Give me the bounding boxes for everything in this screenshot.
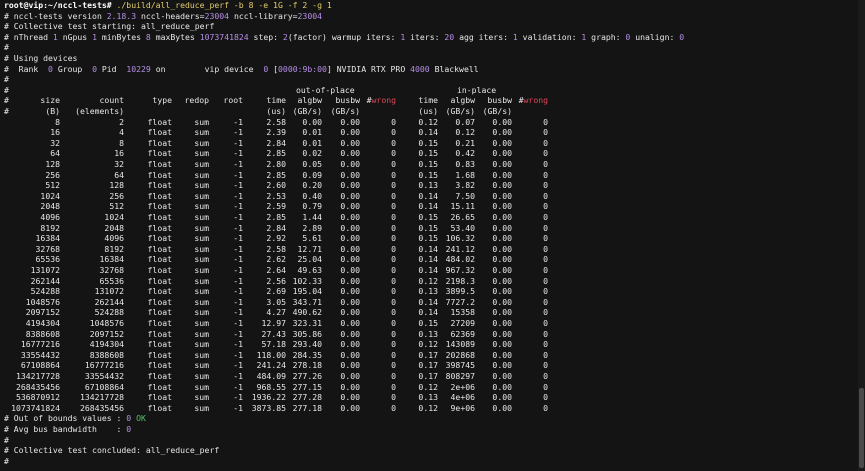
text-segment: 0 (126, 424, 132, 434)
header-line: # Rank 0 Group 0 Pid 10229 on vip device… (4, 64, 479, 75)
text-segment: 0000:9b:00 (278, 63, 327, 74)
text-segment: ] NVIDIA RTX PRO (326, 63, 411, 74)
text-segment: unalign: (630, 31, 680, 42)
text-segment: # nThread (4, 31, 53, 42)
text-segment: # nccl-tests version (4, 10, 107, 21)
table-cell: 0 (543, 127, 548, 138)
table-cell: 0 (543, 318, 548, 328)
text-segment: agg iters: (454, 31, 513, 42)
comment-hash: # (4, 84, 9, 95)
table-cell: 0 (543, 116, 548, 127)
header-line: # nccl-tests version 2.18.3 nccl-headers… (4, 11, 322, 22)
text-segment: # (4, 74, 9, 85)
text-segment: # (4, 434, 9, 445)
text-segment: 0 (679, 31, 685, 42)
footer-line: # Avg bus bandwidth : 0 (4, 424, 131, 435)
table-cell: 0 (543, 371, 548, 381)
text-segment: # Out of bounds values : (4, 413, 127, 424)
text-segment: (factor) warmup iters: (287, 31, 401, 42)
text-segment: # Collective test concluded: all_reduce_… (4, 445, 220, 456)
text-segment: [ (268, 63, 279, 74)
table-cell: 0 (543, 296, 548, 307)
text-segment: iters: (405, 31, 445, 42)
text-segment: # (4, 42, 9, 53)
shell-prompt: root@vip:~/nccl-tests# (4, 0, 112, 10)
text-segment: Blackwell (429, 63, 479, 74)
table-cell: 0 (543, 243, 548, 254)
text-segment: Pid (96, 63, 127, 74)
text-segment: validation: (517, 31, 582, 42)
text-segment: 23004 (204, 10, 230, 21)
text-segment: maxBytes (150, 31, 200, 42)
table-cell: 0 (543, 360, 548, 371)
table-cell: 0 (543, 349, 548, 360)
footer-line: # Out of bounds values : 0 OK (4, 413, 146, 424)
table-cell: 0 (543, 233, 548, 244)
text-segment: 23004 (297, 10, 322, 21)
text-segment: graph: (586, 31, 626, 42)
command-line: root@vip:~/nccl-tests# ./build/all_reduc… (4, 0, 332, 11)
table-cell: 0 (543, 286, 548, 297)
text-segment: OK (136, 413, 146, 424)
text-segment: # Rank (4, 63, 49, 74)
text-segment: nGpus (57, 31, 93, 42)
table-cell: 0 (543, 201, 548, 212)
table-cell: 0 (543, 328, 548, 339)
table-cell: 0 (543, 265, 548, 275)
table-cell: 0 (543, 190, 548, 201)
text-segment: minBytes (96, 31, 146, 42)
col-header-wrong: #wrong (518, 95, 548, 106)
table-cell: 0 (543, 169, 548, 180)
text-segment: 2.18.3 (106, 10, 137, 21)
header-line: # nThread 1 nGpus 1 minBytes 8 maxBytes … (4, 32, 684, 43)
header-line: # (4, 42, 9, 53)
table-cell: 0 (543, 254, 548, 265)
text-segment: nccl-headers= (136, 10, 205, 21)
table-cell: 0 (543, 392, 548, 403)
column-header: (elements) (75, 106, 124, 116)
column-header: (GB/s) (482, 106, 512, 116)
scrollbar[interactable] (858, 0, 865, 471)
text-segment: on vip device (150, 63, 264, 74)
header-line: # (4, 74, 9, 85)
command-text: ./build/all_reduce_perf -b 8 -e 1G -f 2 … (111, 0, 332, 10)
table-cell: 0 (543, 212, 548, 222)
footer-line: # (4, 456, 9, 467)
table-cell: 0 (543, 159, 548, 169)
section-out-of-place: out-of-place (296, 84, 355, 95)
table-cell: 0 (543, 275, 548, 286)
table-cell: 0 (543, 148, 548, 159)
text-segment: 1073741824 (199, 31, 249, 42)
text-segment: # Avg bus bandwidth : (4, 424, 127, 434)
text-segment: nccl-library= (229, 10, 298, 21)
table-cell: 0 (543, 137, 548, 148)
table-cell: 0 (543, 402, 548, 413)
table-cell: 0 (543, 222, 548, 233)
table-cell: 0 (543, 381, 548, 392)
table-cell: 0 (543, 180, 548, 191)
text-segment: # Using devices (4, 53, 78, 63)
header-line: # Using devices (4, 53, 77, 64)
text-segment: Group (52, 63, 93, 74)
footer-line: # (4, 435, 9, 446)
text-segment: 10229 (126, 63, 151, 74)
header-line: # Collective test starting: all_reduce_p… (4, 21, 214, 32)
table-cell: 0 (543, 307, 548, 318)
footer-line: # Collective test concluded: all_reduce_… (4, 445, 219, 456)
terminal-window[interactable]: root@vip:~/nccl-tests# ./build/all_reduc… (0, 0, 865, 471)
text-segment: 4000 (410, 63, 430, 74)
scrollbar-thumb[interactable] (859, 388, 864, 468)
text-segment: 20 (444, 31, 455, 42)
text-segment: # Collective test starting: all_reduce_p… (4, 21, 215, 32)
text-segment: step: (248, 31, 283, 42)
section-in-place: in-place (457, 84, 497, 95)
text-segment: # (4, 455, 9, 466)
table-cell: 0 (543, 339, 548, 350)
